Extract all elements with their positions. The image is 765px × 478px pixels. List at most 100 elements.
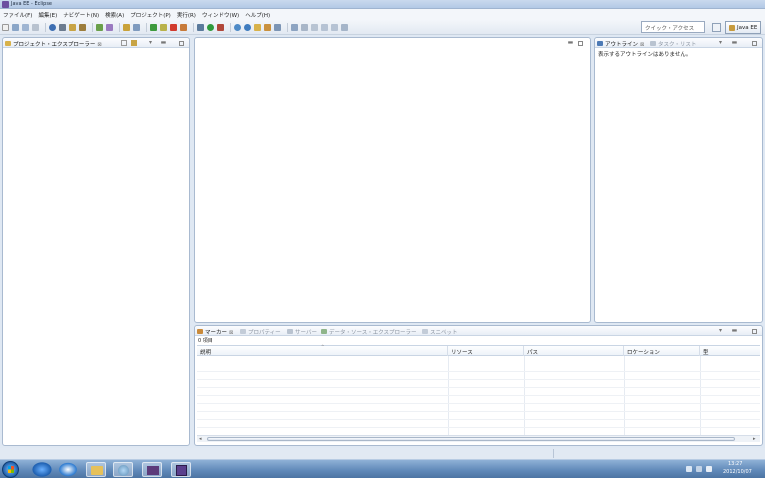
minimize-icon[interactable]: ▬: [731, 328, 738, 334]
debug-icon[interactable]: [197, 23, 204, 31]
scroll-left-icon[interactable]: ◂: [199, 436, 202, 442]
start-button[interactable]: [2, 461, 19, 478]
debug-server-icon[interactable]: [160, 23, 167, 31]
scroll-right-icon[interactable]: ▸: [753, 436, 756, 442]
horizontal-scrollbar[interactable]: ◂ ▸: [197, 435, 760, 442]
column-label: 説明: [200, 350, 212, 356]
new-class-icon[interactable]: [96, 23, 103, 31]
menu-window[interactable]: ウィンドウ(W): [202, 11, 239, 19]
menu-help[interactable]: ヘルプ(H): [245, 11, 270, 19]
stop-server-icon[interactable]: [170, 23, 177, 31]
column-type[interactable]: 型: [700, 346, 760, 356]
maximize-icon[interactable]: [752, 329, 757, 334]
table-row: [197, 420, 760, 428]
next-annotation-icon[interactable]: [311, 23, 318, 31]
collapse-all-icon[interactable]: [121, 40, 127, 46]
web-browser-icon[interactable]: [234, 23, 241, 31]
flag-icon[interactable]: [706, 466, 712, 472]
link-editor-icon[interactable]: [131, 40, 137, 46]
menu-bar: ファイル(F) 編集(E) ナビゲート(N) 検索(A) プロジェクト(P) 実…: [0, 9, 765, 20]
tab-data-source-explorer[interactable]: データ・ソース・エクスプローラー: [320, 327, 419, 336]
tab-markers[interactable]: マーカー ⊠: [196, 327, 235, 336]
view-menu-icon[interactable]: ▾: [717, 40, 724, 46]
maximize-icon[interactable]: [578, 41, 583, 46]
menu-project[interactable]: プロジェクト(P): [130, 11, 171, 19]
edit-icon[interactable]: [264, 23, 271, 31]
menu-file[interactable]: ファイル(F): [3, 11, 32, 19]
publish-icon[interactable]: [180, 23, 187, 31]
maximize-icon[interactable]: [179, 41, 184, 46]
clock-date[interactable]: 2012/10/07: [723, 469, 752, 475]
table-header: 説明 ^ リソース パス ロケーション 型: [197, 344, 760, 356]
menu-edit[interactable]: 編集(E): [38, 11, 57, 19]
network-icon[interactable]: [696, 466, 702, 472]
project-explorer-header: プロジェクト・エクスプローラー ⊠ ▾ ▬: [3, 38, 189, 48]
eclipse-taskbar-icon[interactable]: [171, 462, 191, 477]
media-player-icon[interactable]: [58, 462, 78, 477]
print-icon[interactable]: [32, 23, 39, 31]
explorer-folder-icon[interactable]: [86, 462, 106, 477]
tools-icon[interactable]: [59, 23, 66, 31]
save-icon[interactable]: [12, 23, 19, 31]
clock-time[interactable]: 13:27: [728, 461, 742, 467]
quick-access-input[interactable]: クイック・アクセス: [641, 21, 705, 33]
tab-properties[interactable]: プロパティー: [239, 327, 283, 336]
view-menu-icon[interactable]: ▾: [147, 40, 154, 46]
window-title: Java EE - Eclipse: [11, 1, 52, 7]
windows-taskbar: [0, 459, 765, 478]
perspective-java-ee-button[interactable]: Java EE: [725, 21, 761, 34]
tab-snippets[interactable]: スニペット: [421, 327, 460, 336]
menu-run[interactable]: 実行(R): [177, 11, 196, 19]
minimize-icon[interactable]: ▬: [731, 40, 738, 46]
table-row: [197, 404, 760, 412]
tray-arrow-icon[interactable]: [686, 466, 692, 472]
new-interface-icon[interactable]: [106, 23, 113, 31]
table-row: [197, 412, 760, 420]
column-location[interactable]: ロケーション: [624, 346, 700, 356]
annotation-icon[interactable]: [301, 23, 308, 31]
open-folder-icon[interactable]: [254, 23, 261, 31]
minimize-icon[interactable]: ▬: [160, 40, 167, 46]
view-menu-icon[interactable]: ▾: [717, 328, 724, 334]
close-icon[interactable]: ⊠: [640, 42, 644, 48]
external-tools-icon[interactable]: [217, 23, 224, 31]
menu-search[interactable]: 検索(A): [105, 11, 124, 19]
pin-icon[interactable]: [291, 23, 298, 31]
maximize-icon[interactable]: [752, 41, 757, 46]
new-package-icon[interactable]: [79, 23, 86, 31]
tab-servers[interactable]: サーバー: [286, 327, 319, 336]
run-icon[interactable]: [207, 23, 214, 31]
back-icon[interactable]: [321, 23, 328, 31]
forward-icon[interactable]: [331, 23, 338, 31]
minimize-icon[interactable]: ▬: [567, 40, 574, 46]
internet-explorer-icon[interactable]: [32, 462, 52, 477]
open-type-icon[interactable]: [123, 23, 130, 31]
column-resource[interactable]: リソース: [448, 346, 524, 356]
media-app-icon[interactable]: [142, 462, 162, 477]
outline-empty-message: 表示するアウトラインはありません。: [598, 52, 692, 58]
tab-label: プロパティー: [248, 330, 281, 336]
last-edit-icon[interactable]: [341, 23, 348, 31]
toolbar-separator: [230, 22, 231, 32]
globe-icon[interactable]: [244, 23, 251, 31]
open-task-icon[interactable]: [133, 23, 140, 31]
close-icon[interactable]: ⊠: [97, 42, 101, 48]
close-icon[interactable]: ⊠: [229, 330, 233, 336]
tab-project-explorer[interactable]: プロジェクト・エクスプローラー ⊠: [4, 39, 104, 48]
tab-task-list[interactable]: タスク・リスト: [649, 39, 698, 48]
save-all-icon[interactable]: [22, 23, 29, 31]
column-path[interactable]: パス: [524, 346, 624, 356]
new-icon[interactable]: [2, 23, 9, 31]
project-explorer-panel: プロジェクト・エクスプローラー ⊠ ▾ ▬: [2, 37, 190, 446]
open-perspective-icon[interactable]: [712, 23, 721, 32]
server-icon[interactable]: [49, 23, 56, 31]
column-description[interactable]: 説明 ^: [197, 344, 448, 356]
tab-outline[interactable]: アウトライン ⊠: [596, 39, 646, 48]
menu-navigate[interactable]: ナビゲート(N): [63, 11, 99, 19]
scrollbar-thumb[interactable]: [207, 437, 735, 441]
search-icon[interactable]: [274, 23, 281, 31]
run-server-icon[interactable]: [150, 23, 157, 31]
globe-icon: [118, 465, 129, 476]
new-project-icon[interactable]: [69, 23, 76, 31]
globe-app-icon[interactable]: [113, 462, 133, 477]
